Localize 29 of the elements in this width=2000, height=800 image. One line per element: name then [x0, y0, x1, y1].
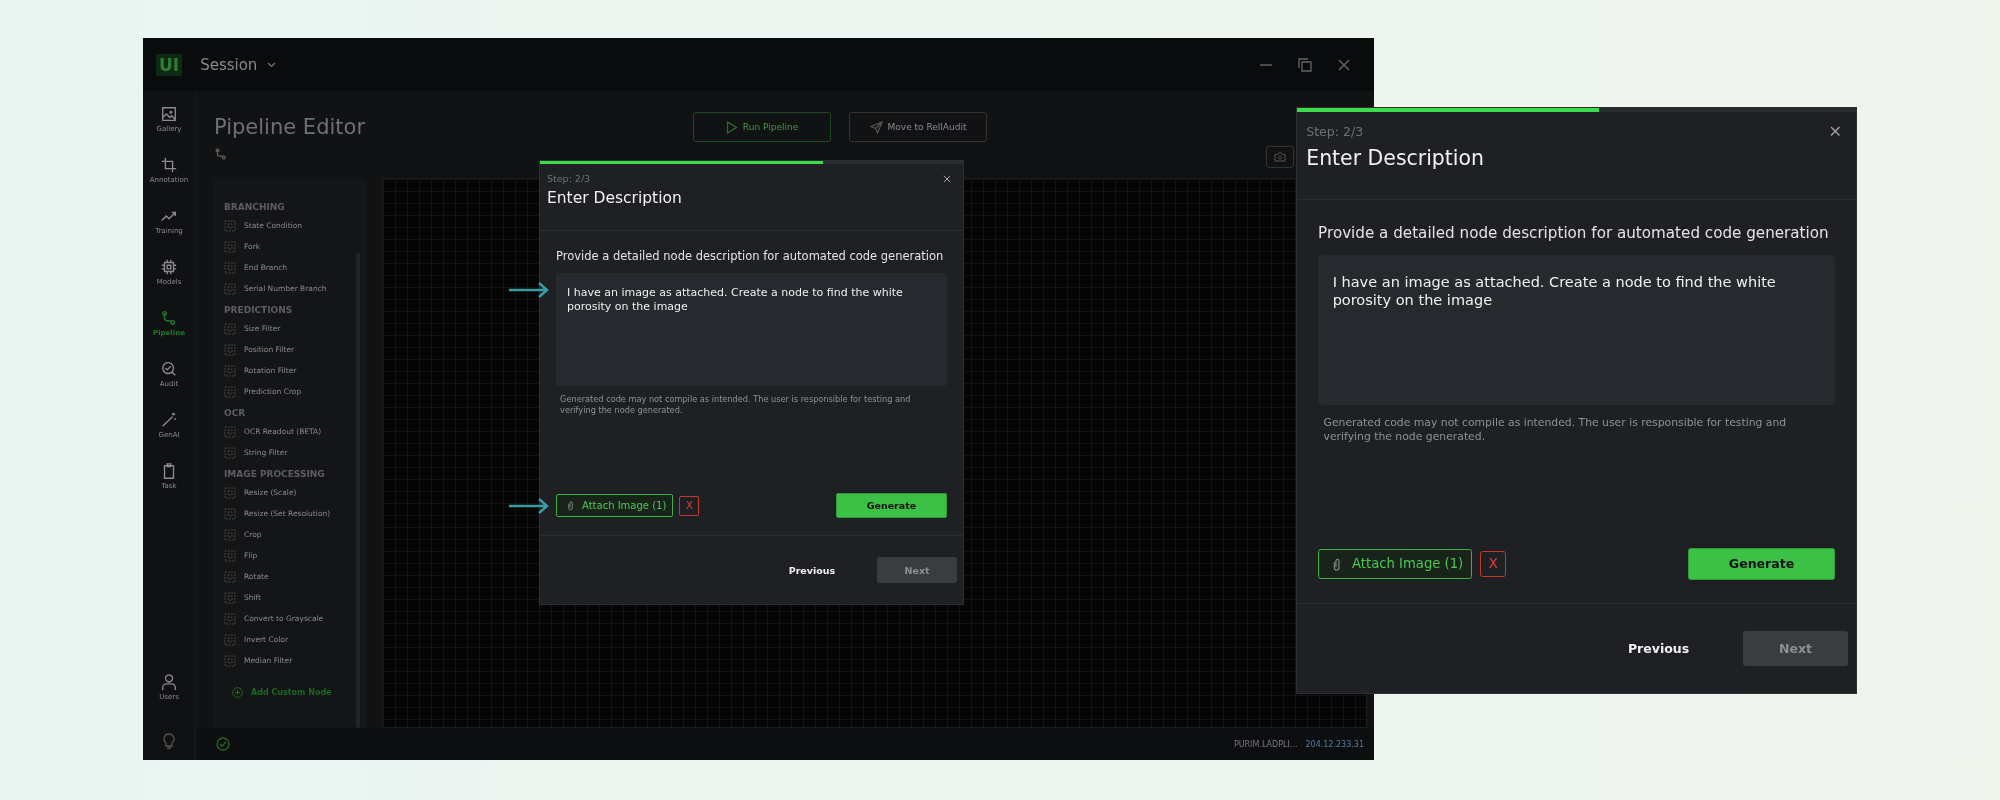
step-label: Step: 2/3 — [1306, 123, 1364, 139]
page-title: Pipeline Editor — [214, 115, 366, 139]
group-heading: OCR — [224, 408, 247, 418]
user-name: PURIM.LADPLI... — [1233, 739, 1298, 749]
disclaimer-text: Generated code may not compile as intended. The user is responsible for testing and verifying the node generated. — [1323, 415, 1788, 445]
ip-address: 204.12.233.31 — [1305, 739, 1364, 749]
attach-image-button[interactable]: Attach Image (1) — [1318, 548, 1473, 580]
run-pipeline-button[interactable]: Run Pipeline — [693, 112, 831, 142]
previous-button[interactable]: Previous — [782, 563, 842, 577]
disclaimer-text: Generated code may not compile as intended. The user is responsible for testing and verifying the node generated. — [560, 394, 912, 417]
group-heading: IMAGE PROCESSING — [224, 469, 326, 479]
group-heading: PREDICTIONS — [224, 305, 294, 315]
app-logo: UI — [156, 53, 183, 76]
dialog-title: Enter Description — [1306, 146, 1485, 170]
session-title[interactable]: Session — [200, 55, 258, 74]
remove-image-button[interactable]: X — [1480, 550, 1507, 578]
dialog-title: Enter Description — [547, 189, 683, 208]
remove-image-button[interactable]: X — [679, 495, 700, 516]
step-label: Step: 2/3 — [547, 173, 591, 184]
generate-button[interactable]: Generate — [1688, 547, 1835, 581]
move-to-audit-button[interactable]: Move to RellAudit — [849, 112, 987, 142]
attach-image-button[interactable]: Attach Image (1) — [556, 494, 674, 518]
group-heading: BRANCHING — [224, 202, 286, 212]
prompt-label: Provide a detailed node description for automated code generation — [556, 249, 945, 263]
description-field[interactable]: I have an image as attached. Create a node to find the white porosity on the image — [556, 272, 947, 387]
description-field[interactable]: I have an image as attached. Create a node to find the white porosity on the image — [1318, 255, 1835, 405]
generate-button[interactable]: Generate — [835, 493, 947, 518]
prompt-label: Provide a detailed node description for automated code generation — [1318, 224, 1830, 243]
previous-button[interactable]: Previous — [1621, 640, 1696, 657]
